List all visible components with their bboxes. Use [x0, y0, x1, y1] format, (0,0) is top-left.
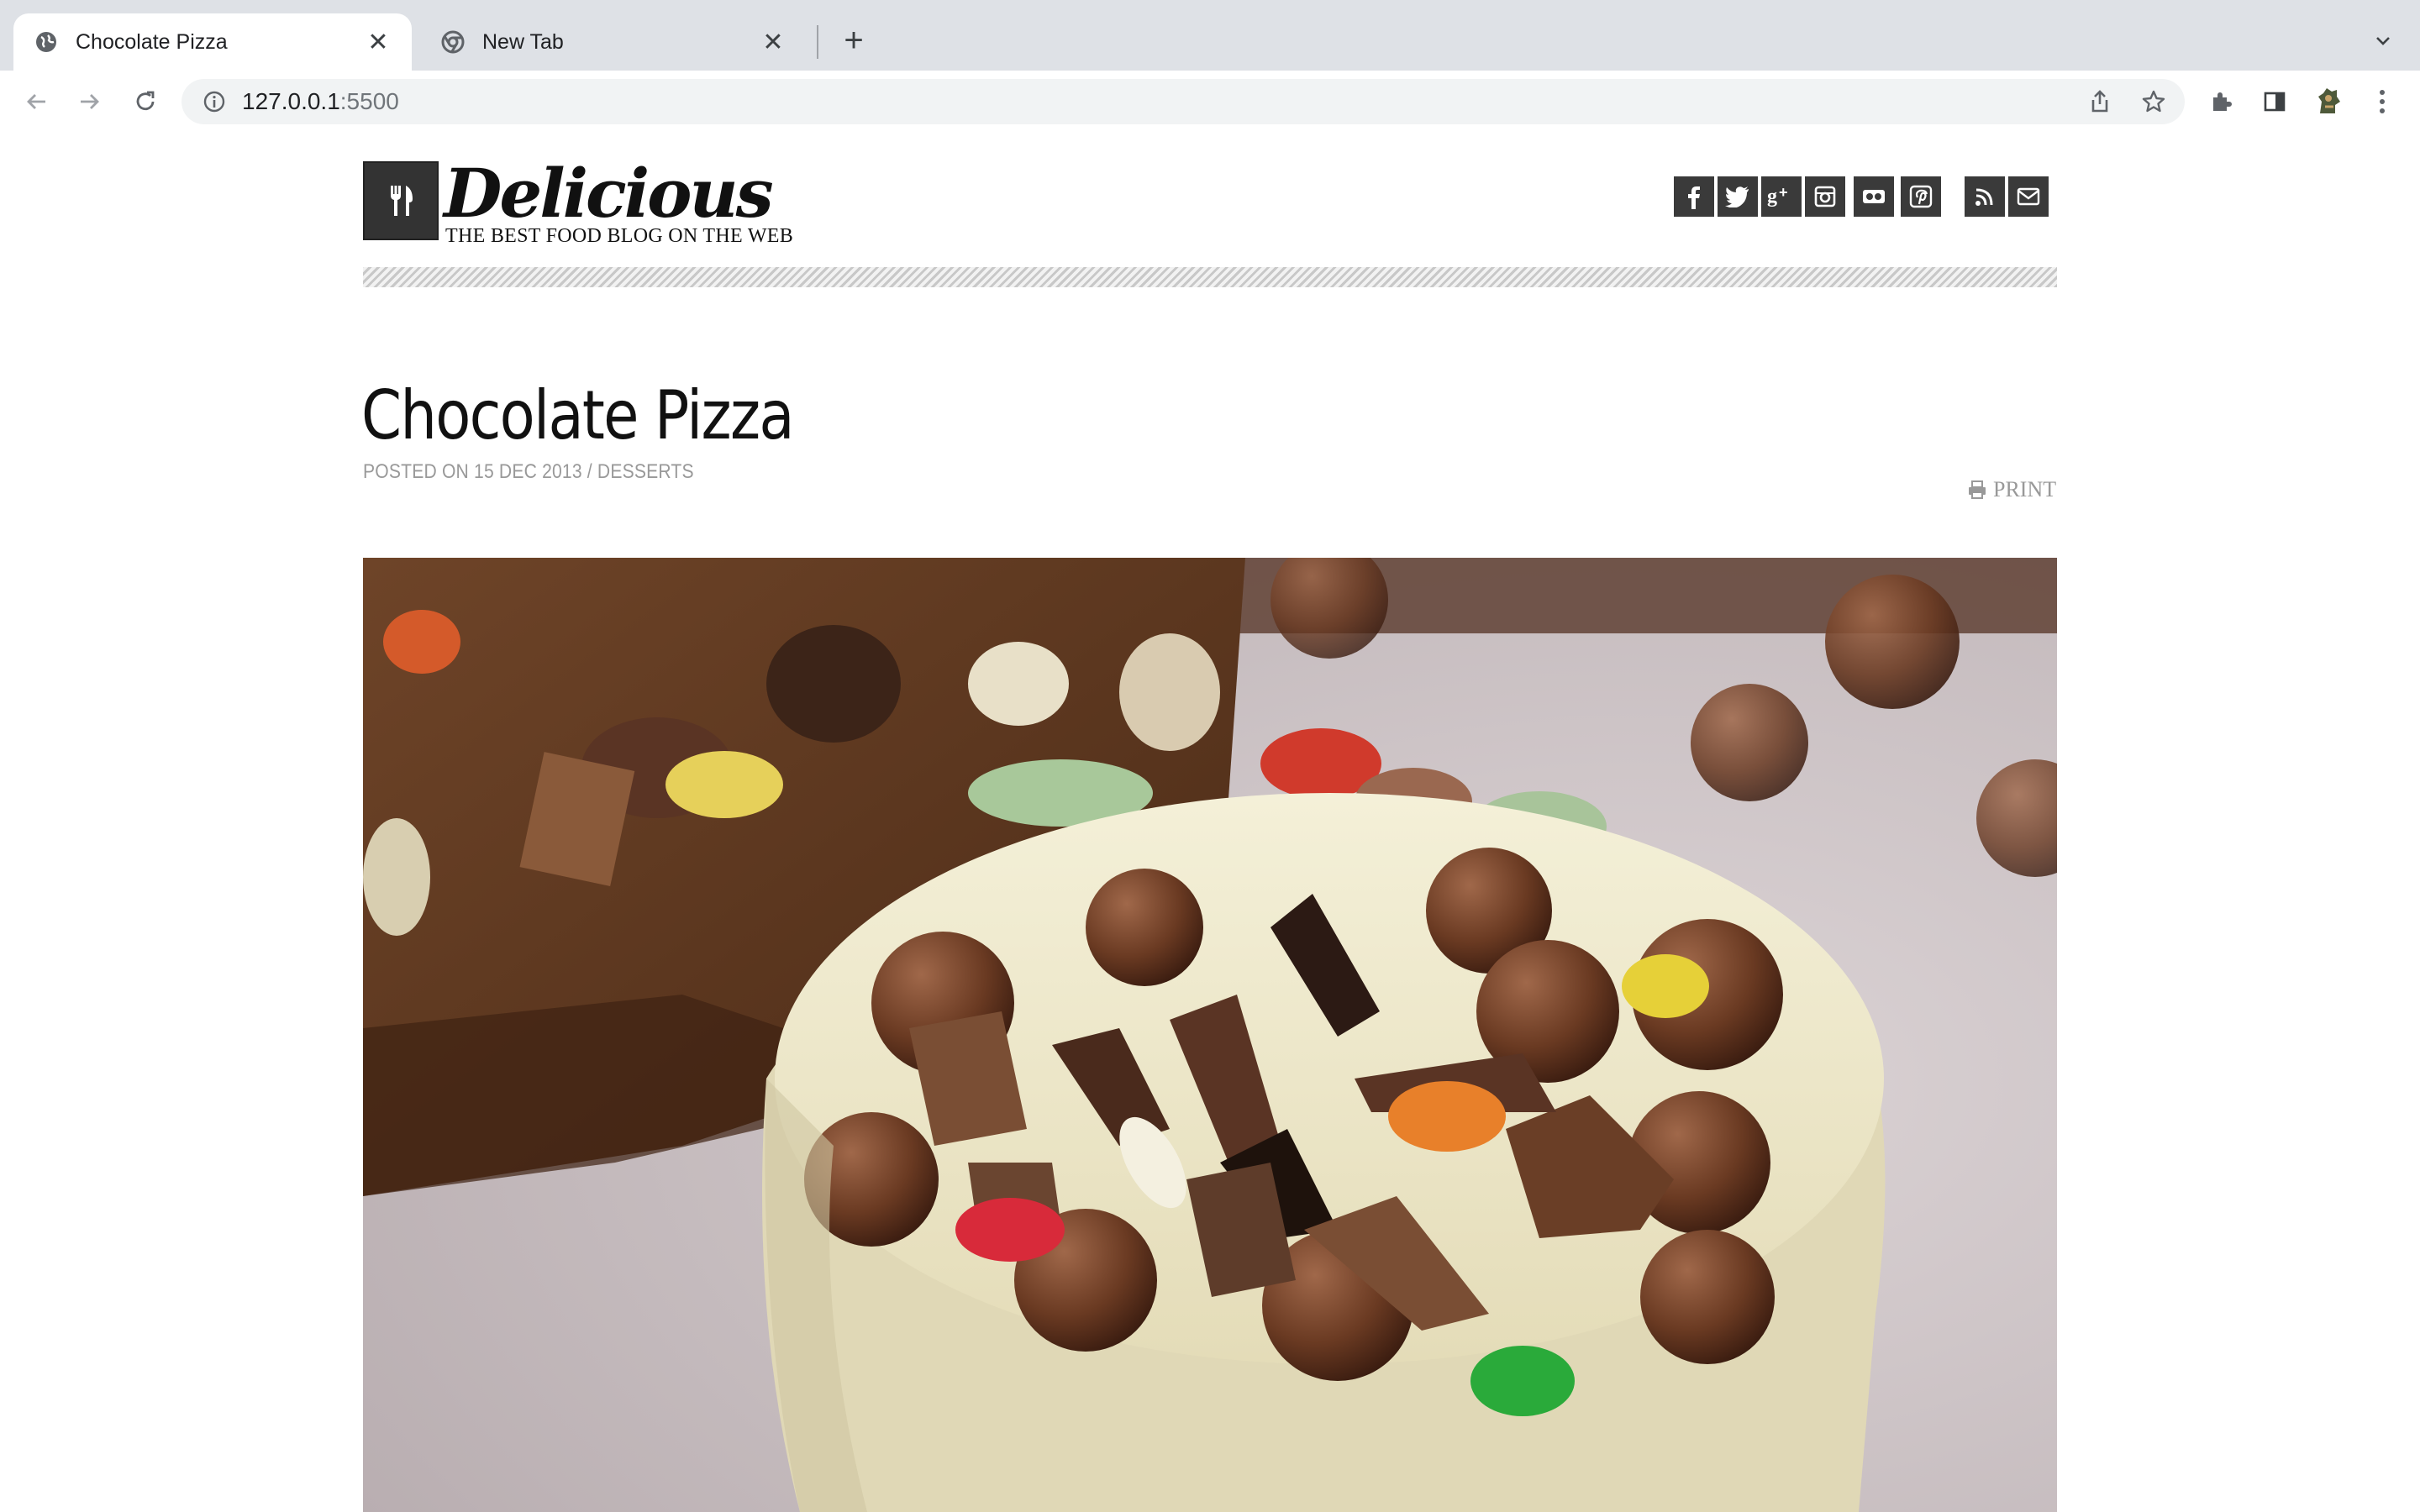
url-host: 127.0.0.1	[242, 88, 340, 114]
rss-icon[interactable]	[1965, 176, 2005, 217]
logo-text: Delicious THE BEST FOOD BLOG ON THE WEB	[442, 158, 793, 248]
svg-text:+: +	[1779, 184, 1788, 201]
fork-knife-icon	[363, 161, 439, 240]
svg-text:g: g	[1767, 186, 1777, 207]
instagram-icon[interactable]	[1805, 176, 1845, 217]
tab-separator	[817, 25, 818, 59]
header-divider	[363, 267, 2057, 287]
close-tab-icon[interactable]: ✕	[760, 29, 786, 56]
new-tab-button[interactable]: +	[837, 22, 871, 59]
url-port: :5500	[339, 88, 399, 114]
printer-icon	[1966, 479, 1988, 501]
back-arrow-icon[interactable]	[17, 82, 55, 121]
extensions-puzzle-icon[interactable]	[2202, 82, 2240, 121]
tab-title: New Tab	[482, 29, 564, 54]
url-text: 127.0.0.1:5500	[242, 88, 399, 115]
chocolate-pizza-photo	[363, 558, 2057, 1512]
print-label: PRINT	[1993, 477, 2057, 501]
reload-icon[interactable]	[126, 82, 165, 121]
side-panel-icon[interactable]	[2255, 82, 2294, 121]
address-bar[interactable]: 127.0.0.1:5500	[182, 79, 2185, 124]
post-meta: POSTED ON 15 DEC 2013 / DESSERTS	[363, 460, 694, 483]
kebab-menu-icon[interactable]	[2363, 82, 2402, 121]
googleplus-icon[interactable]: g +	[1761, 176, 1802, 217]
share-icon[interactable]	[2079, 81, 2121, 123]
bookmark-star-icon[interactable]	[2133, 81, 2175, 123]
tab-chocolate-pizza[interactable]: Chocolate Pizza ✕	[13, 13, 412, 71]
globe-icon	[34, 29, 59, 55]
post-title: Chocolate Pizza	[361, 376, 795, 454]
logo-name: Delicious	[444, 154, 774, 233]
tab-new-tab[interactable]: New Tab ✕	[420, 13, 807, 71]
browser-tab-bar: Chocolate Pizza ✕ New Tab ✕ +	[0, 0, 2420, 71]
pinterest-icon[interactable]	[1901, 176, 1941, 217]
post-hero-image	[363, 558, 2057, 1512]
chevron-down-icon[interactable]	[2368, 25, 2398, 55]
facebook-icon[interactable]	[1674, 176, 1714, 217]
print-button[interactable]: PRINT	[1966, 477, 2056, 502]
web-page: Delicious THE BEST FOOD BLOG ON THE WEB …	[0, 133, 2420, 1512]
email-icon[interactable]	[2008, 176, 2049, 217]
social-links: g +	[1674, 176, 2052, 218]
browser-toolbar: 127.0.0.1:5500	[0, 71, 2420, 134]
chrome-icon	[440, 29, 466, 55]
profile-avatar[interactable]	[2309, 82, 2348, 121]
close-tab-icon[interactable]: ✕	[365, 29, 392, 56]
forward-arrow-icon[interactable]	[71, 82, 109, 121]
tab-title: Chocolate Pizza	[76, 29, 228, 54]
twitter-icon[interactable]	[1718, 176, 1758, 217]
flickr-icon[interactable]	[1854, 176, 1894, 217]
site-logo[interactable]: Delicious THE BEST FOOD BLOG ON THE WEB	[363, 158, 793, 248]
site-info-icon[interactable]	[200, 87, 229, 116]
logo-tagline: THE BEST FOOD BLOG ON THE WEB	[445, 225, 794, 247]
